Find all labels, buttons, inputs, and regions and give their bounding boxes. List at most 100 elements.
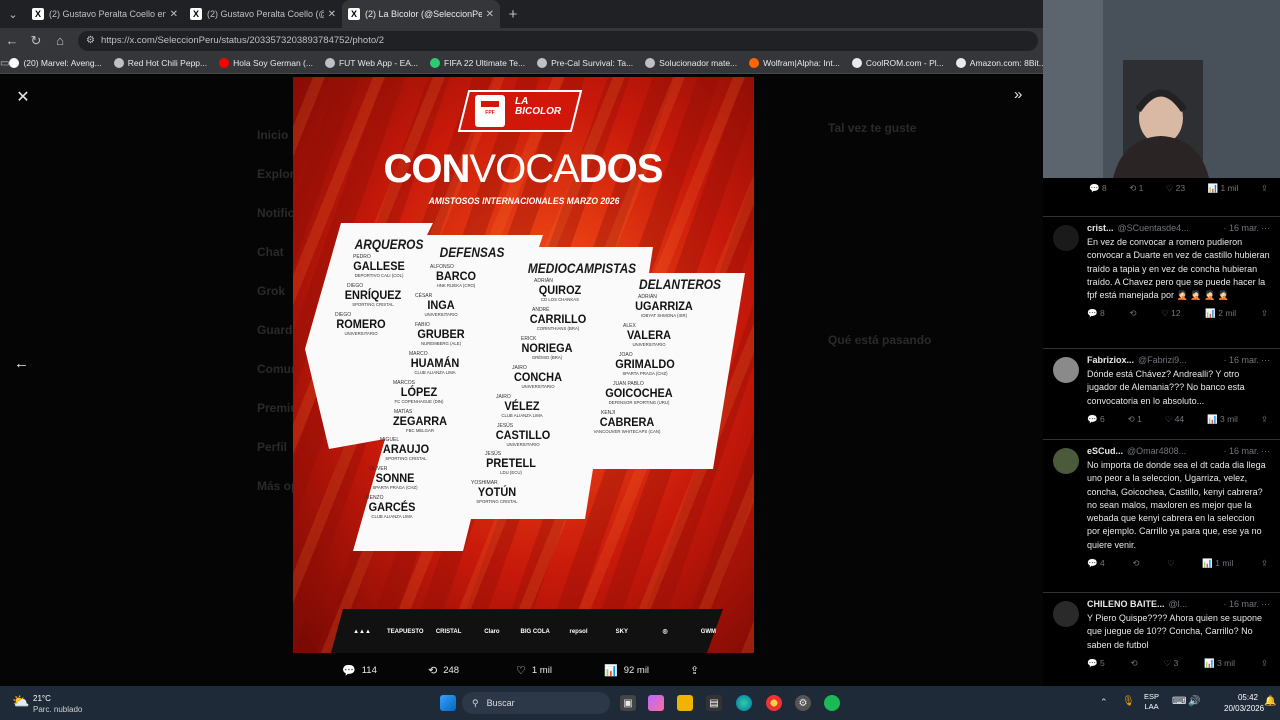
more-options-icon[interactable]: ··· bbox=[1261, 355, 1270, 365]
repost-stat[interactable]: ⟲ 1 bbox=[1129, 183, 1143, 194]
bookmark-item[interactable]: Amazon.com: 8Bit... bbox=[955, 58, 1046, 68]
reply-stat[interactable]: 💬 6 bbox=[1087, 414, 1105, 425]
network-icon[interactable]: ⌨ bbox=[1172, 696, 1186, 707]
home-icon[interactable]: ⌂ bbox=[48, 33, 72, 48]
share-button[interactable]: ⇪ bbox=[690, 664, 705, 677]
weather-temp[interactable]: 21°C bbox=[33, 694, 51, 703]
file-explorer-icon[interactable] bbox=[677, 695, 693, 711]
language-indicator[interactable]: ESP LAA bbox=[1144, 692, 1159, 712]
tab-close-icon[interactable]: ✕ bbox=[170, 9, 178, 20]
reply-stat[interactable]: 💬 5 bbox=[1087, 658, 1105, 669]
like-stat[interactable]: ♡ 3 bbox=[1164, 658, 1179, 669]
views-button[interactable]: 📊 92 mil bbox=[604, 664, 649, 677]
tab-2[interactable]: X (2) Gustavo Peralta Coello (@Gust ✕ bbox=[184, 0, 342, 28]
repost-stat[interactable]: ⟲ 1 bbox=[1128, 414, 1142, 425]
user-handle[interactable]: @Omar4808... bbox=[1127, 446, 1221, 456]
avatar[interactable] bbox=[1053, 448, 1079, 474]
avatar[interactable] bbox=[1053, 225, 1079, 251]
chrome-icon[interactable] bbox=[766, 695, 782, 711]
tab-close-icon[interactable]: ✕ bbox=[486, 9, 494, 20]
display-name[interactable]: crist... bbox=[1087, 223, 1114, 233]
weather-desc[interactable]: Parc. nublado bbox=[33, 705, 82, 714]
reply-tweet[interactable]: Fabriziox... @Fabrizi9... · 16 mar. ··· Dón… bbox=[1043, 348, 1280, 425]
tweet-date[interactable]: · 16 mar. bbox=[1223, 355, 1259, 365]
repost-stat[interactable]: ⟲ bbox=[1129, 308, 1136, 319]
tab-close-icon[interactable]: ✕ bbox=[328, 9, 336, 20]
bookmark-item[interactable]: FIFA 22 Ultimate Te... bbox=[430, 58, 525, 68]
share-icon[interactable]: ⇪ bbox=[1261, 183, 1268, 194]
like-stat[interactable]: ♡ 44 bbox=[1165, 414, 1184, 425]
share-icon[interactable]: ⇪ bbox=[1261, 558, 1268, 569]
tweet-date[interactable]: · 16 mar. bbox=[1223, 223, 1259, 233]
more-options-icon[interactable]: ··· bbox=[1261, 223, 1270, 233]
spotify-icon[interactable] bbox=[824, 695, 840, 711]
store-icon[interactable]: ▤ bbox=[706, 695, 722, 711]
user-handle[interactable]: @l... bbox=[1169, 599, 1222, 609]
taskbar-search[interactable]: ⚲ Buscar bbox=[462, 692, 610, 714]
views-stat[interactable]: 📊 3 mil bbox=[1207, 414, 1238, 425]
like-stat[interactable]: ♡ 12 bbox=[1161, 308, 1180, 319]
repost-button[interactable]: ⟲ 248 bbox=[428, 664, 459, 677]
tweet-date[interactable]: · 16 mar. bbox=[1223, 599, 1259, 609]
edge-icon[interactable] bbox=[736, 695, 752, 711]
reading-list-icon[interactable]: ▭ bbox=[0, 58, 9, 69]
tweet-date[interactable]: · 16 mar. bbox=[1223, 446, 1259, 456]
avatar[interactable] bbox=[1053, 601, 1079, 627]
like-stat[interactable]: ♡ bbox=[1167, 558, 1175, 569]
expand-sidebar-button[interactable]: » bbox=[1014, 86, 1022, 103]
copilot-icon[interactable] bbox=[648, 695, 664, 711]
avatar[interactable] bbox=[1053, 357, 1079, 383]
tab-3-active[interactable]: X (2) La Bicolor (@SeleccionPeru) / X ✕ bbox=[342, 0, 500, 28]
more-options-icon[interactable]: ··· bbox=[1261, 599, 1270, 609]
more-options-icon[interactable]: ··· bbox=[1261, 446, 1270, 456]
reload-icon[interactable]: ↻ bbox=[24, 33, 48, 49]
tray-chevron-icon[interactable]: ⌃ bbox=[1100, 697, 1108, 708]
address-bar[interactable]: ⚙ https://x.com/SeleccionPeru/status/203… bbox=[78, 30, 1038, 51]
reply-stat[interactable]: 💬 8 bbox=[1087, 308, 1105, 319]
microphone-icon[interactable]: 🎙 bbox=[1122, 696, 1135, 707]
settings-icon[interactable]: ⚙ bbox=[795, 695, 811, 711]
user-handle[interactable]: @SCuentasde4... bbox=[1118, 223, 1222, 233]
user-handle[interactable]: @Fabrizi9... bbox=[1138, 355, 1221, 365]
share-icon[interactable]: ⇪ bbox=[1261, 658, 1268, 669]
close-viewer-button[interactable]: ✕ bbox=[14, 87, 32, 106]
task-view-icon[interactable]: ▣ bbox=[620, 695, 636, 711]
bookmark-item[interactable]: Solucionador mate... bbox=[645, 58, 737, 68]
notifications-icon[interactable]: 🔔 bbox=[1264, 696, 1276, 707]
reply-tweet[interactable]: crist... @SCuentasde4... · 16 mar. ··· En v… bbox=[1043, 216, 1280, 319]
repost-stat[interactable]: ⟲ bbox=[1131, 658, 1138, 669]
views-stat[interactable]: 📊 1 mil bbox=[1202, 558, 1233, 569]
bookmark-item[interactable]: CoolROM.com - Pl... bbox=[851, 58, 944, 68]
volume-icon[interactable]: 🔊 bbox=[1188, 696, 1200, 707]
clock[interactable]: 05:42 20/03/2026 bbox=[1224, 692, 1264, 714]
bookmark-item[interactable]: FUT Web App - EA... bbox=[324, 58, 418, 68]
tab-1[interactable]: X (2) Gustavo Peralta Coello en X: "H ✕ bbox=[26, 0, 184, 28]
reply-button[interactable]: 💬 114 bbox=[342, 664, 377, 677]
reply-stat[interactable]: 💬 4 bbox=[1087, 558, 1105, 569]
reply-tweet[interactable]: eSCud... @Omar4808... · 16 mar. ··· No impo… bbox=[1043, 439, 1280, 569]
views-stat[interactable]: 📊 2 mil bbox=[1205, 308, 1236, 319]
reply-stat[interactable]: 💬 8 bbox=[1089, 183, 1107, 194]
back-icon[interactable]: ← bbox=[0, 33, 24, 48]
tab-search-icon[interactable]: ⌄ bbox=[0, 0, 26, 28]
bookmark-item[interactable]: (20) Marvel: Aveng... bbox=[9, 58, 102, 68]
bookmark-item[interactable]: Wolfram|Alpha: Int... bbox=[749, 58, 840, 68]
bookmark-item[interactable]: Red Hot Chili Pepp... bbox=[113, 58, 207, 68]
bookmark-item[interactable]: Hola Soy German (... bbox=[219, 58, 313, 68]
site-info-icon[interactable]: ⚙ bbox=[86, 35, 95, 46]
views-stat[interactable]: 📊 1 mil bbox=[1208, 183, 1239, 194]
display-name[interactable]: Fabriziox... bbox=[1087, 355, 1134, 365]
start-button-icon[interactable] bbox=[440, 695, 456, 711]
like-button[interactable]: ♡ 1 mil bbox=[516, 664, 552, 677]
new-tab-button[interactable]: + bbox=[500, 6, 526, 23]
previous-photo-button[interactable]: ← bbox=[14, 355, 29, 372]
share-icon[interactable]: ⇪ bbox=[1261, 308, 1268, 319]
display-name[interactable]: eSCud... bbox=[1087, 446, 1123, 456]
weather-icon[interactable]: ⛅ bbox=[12, 693, 29, 710]
display-name[interactable]: CHILENO BAITE... bbox=[1087, 599, 1165, 609]
reply-tweet[interactable]: CHILENO BAITE... @l... · 16 mar. ··· Y Pier… bbox=[1043, 592, 1280, 669]
share-icon[interactable]: ⇪ bbox=[1261, 414, 1268, 425]
bookmark-item[interactable]: Pre-Cal Survival: Ta... bbox=[537, 58, 633, 68]
repost-stat[interactable]: ⟲ bbox=[1132, 558, 1139, 569]
views-stat[interactable]: 📊 3 mil bbox=[1204, 658, 1235, 669]
